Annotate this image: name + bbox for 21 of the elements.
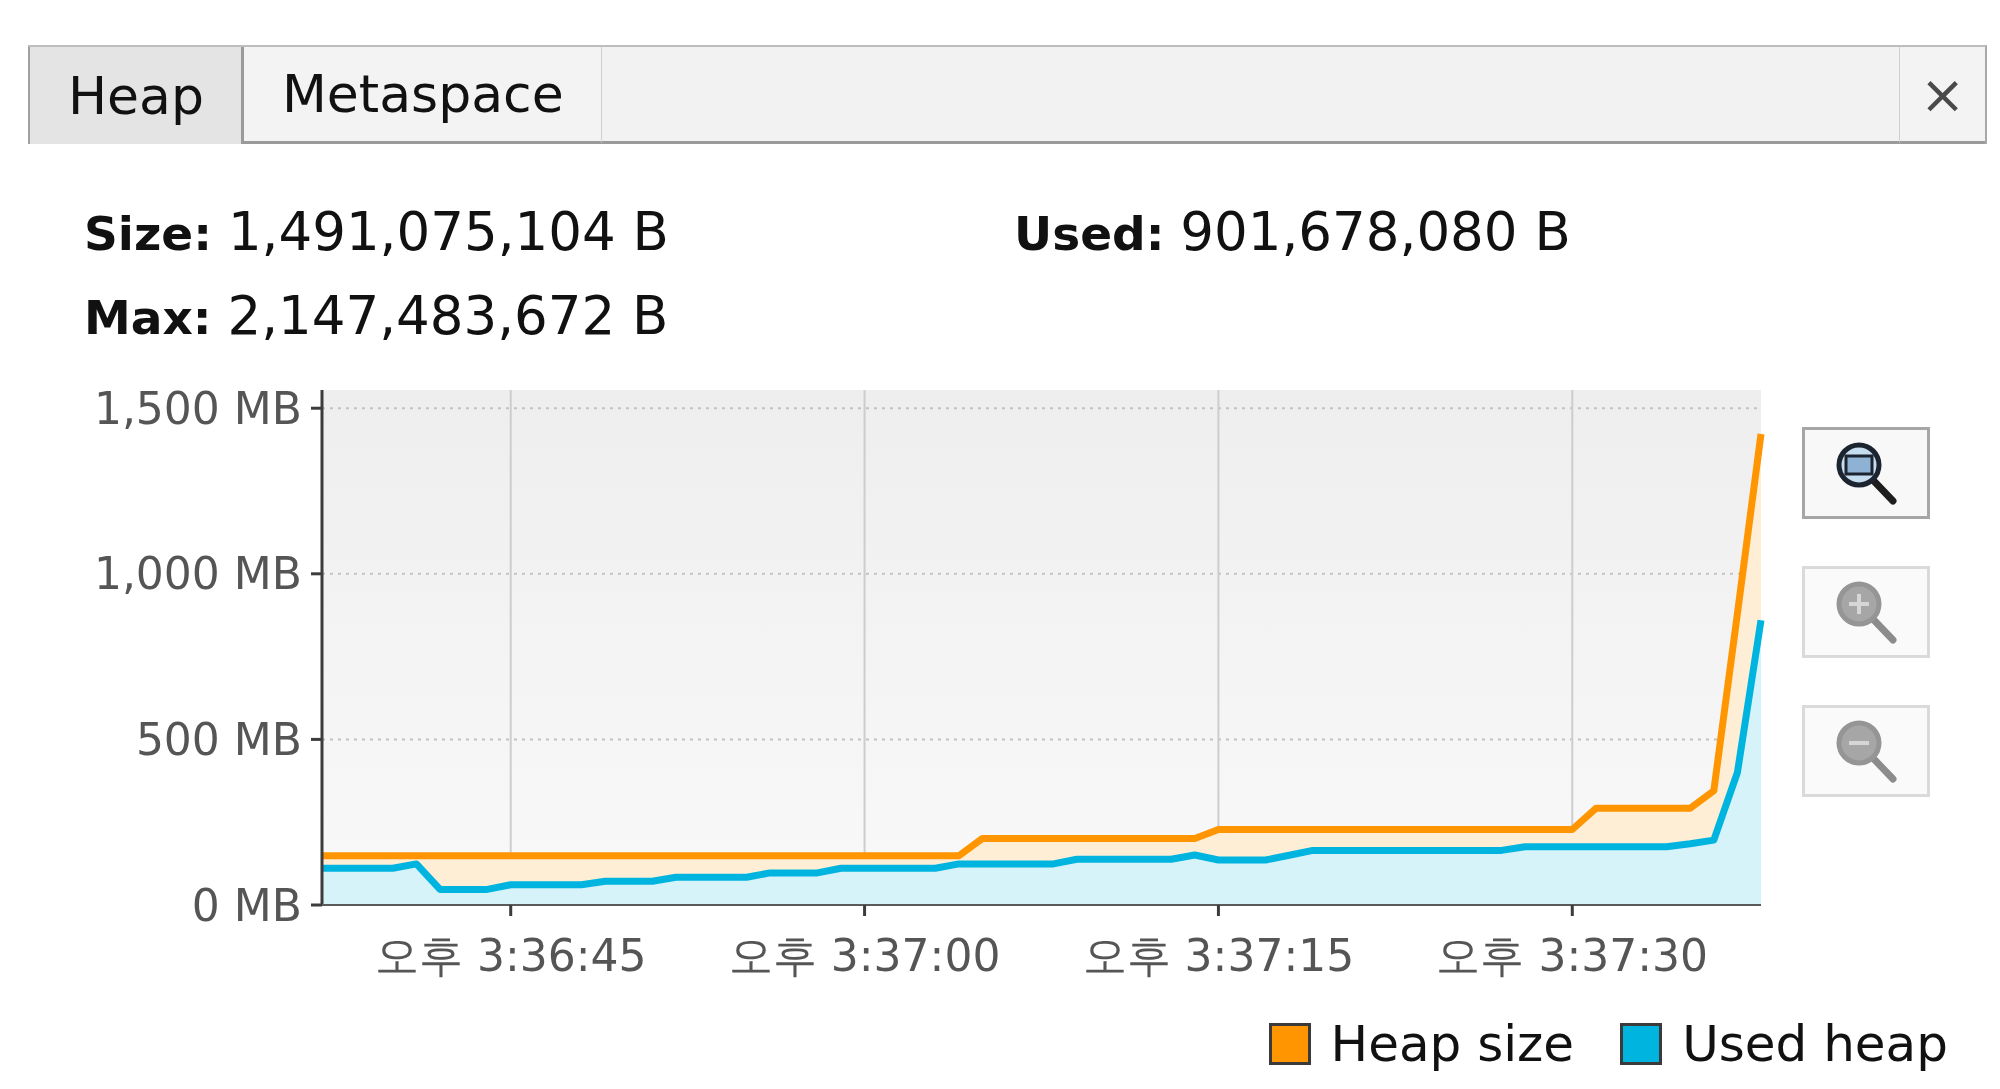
stat-value: 901,678,080 B bbox=[1180, 201, 1571, 263]
legend-label: Heap size bbox=[1330, 1014, 1575, 1075]
y-tick-label: 1,000 MB bbox=[93, 548, 302, 600]
x-tick-label: 오후 3:37:00 bbox=[728, 929, 1001, 981]
y-tick-label: 1,500 MB bbox=[93, 382, 302, 434]
stat-label: Size: bbox=[84, 205, 212, 263]
legend-label: Used heap bbox=[1682, 1014, 1948, 1075]
zoom-fit-button[interactable] bbox=[1802, 427, 1930, 519]
zoom-in-icon bbox=[1834, 579, 1898, 645]
x-tick-label: 오후 3:36:45 bbox=[374, 929, 647, 981]
stat-value: 2,147,483,672 B bbox=[227, 285, 669, 347]
stat-value: 1,491,075,104 B bbox=[227, 201, 669, 263]
stat-label: Used: bbox=[1014, 205, 1165, 263]
tab[interactable]: Heap bbox=[28, 47, 244, 144]
x-tick-label: 오후 3:37:30 bbox=[1436, 929, 1709, 981]
stat-label: Max: bbox=[84, 289, 212, 347]
x-tick-label: 오후 3:37:15 bbox=[1082, 929, 1355, 981]
zoom-fit-icon bbox=[1834, 440, 1898, 506]
y-tick-label: 500 MB bbox=[135, 713, 302, 765]
y-tick-label: 0 MB bbox=[191, 879, 302, 931]
zoom-out-icon bbox=[1834, 718, 1898, 784]
